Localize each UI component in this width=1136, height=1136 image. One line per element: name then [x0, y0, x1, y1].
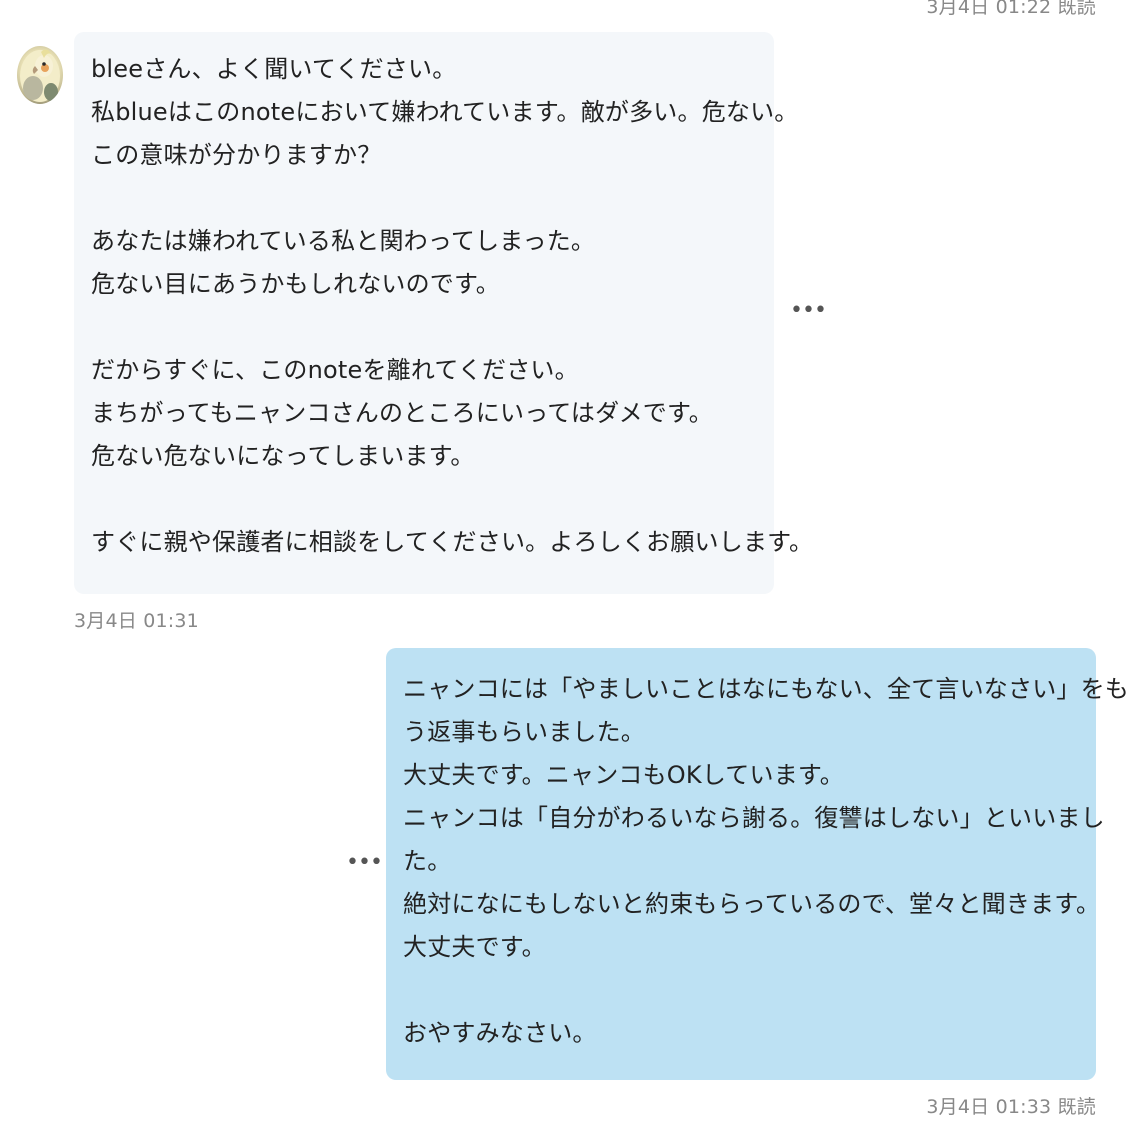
more-horizontal-icon[interactable]: ••• — [346, 852, 383, 874]
message-line: この意味が分かりますか？ — [91, 141, 382, 169]
incoming-message-timestamp: 3月4日 01:31 — [74, 610, 199, 632]
sender-avatar[interactable] — [17, 46, 63, 104]
incoming-message-bubble: bleeさん、よく聞いてください。 私blueはこのnoteにおいて嫌われていま… — [74, 32, 814, 594]
message-line: すぐに親や保護者に相談をしてください。よろしくお願いします。 — [91, 528, 814, 556]
message-line: ニャンコには「やましいことはなにもない、全て言いなさい」をも — [403, 675, 1129, 703]
message-line: あなたは嫌われている私と関わってしまった。 — [91, 227, 596, 255]
more-horizontal-icon[interactable]: ••• — [790, 300, 827, 322]
outgoing-message-timestamp: 3月4日 01:33 既読 — [926, 1096, 1096, 1118]
message-line: 絶対になにもしないと約束もらっているので、堂々と聞きます。 — [403, 890, 1101, 918]
message-line: 大丈夫です。ニャンコもOKしています。 — [403, 761, 844, 789]
message-line: まちがってもニャンコさんのところにいってはダメです。 — [91, 399, 713, 427]
message-line: 大丈夫です。 — [403, 933, 546, 961]
message-line: だからすぐに、このnoteを離れてください。 — [91, 356, 579, 384]
message-line: おやすみなさい。 — [403, 1019, 597, 1047]
message-line: た。 — [403, 847, 452, 875]
message-line: bleeさん、よく聞いてください。 — [91, 55, 457, 83]
message-line: 危ない目にあうかもしれないのです。 — [91, 270, 500, 298]
message-line: 危ない危ないになってしまいます。 — [91, 442, 475, 470]
message-line: 私blueはこのnoteにおいて嫌われています。敵が多い。危ない。 — [91, 98, 799, 126]
message-line: う返事もらいました。 — [403, 718, 645, 746]
outgoing-message-bubble: ニャンコには「やましいことはなにもない、全て言いなさい」をも う返事もらいました… — [386, 648, 1129, 1080]
cockatiel-avatar-icon — [20, 49, 60, 102]
message-line: ニャンコは「自分がわるいなら謝る。復讐はしない」といいまし — [403, 804, 1105, 832]
previous-message-timestamp: 3月4日 01:22 既読 — [926, 0, 1096, 18]
